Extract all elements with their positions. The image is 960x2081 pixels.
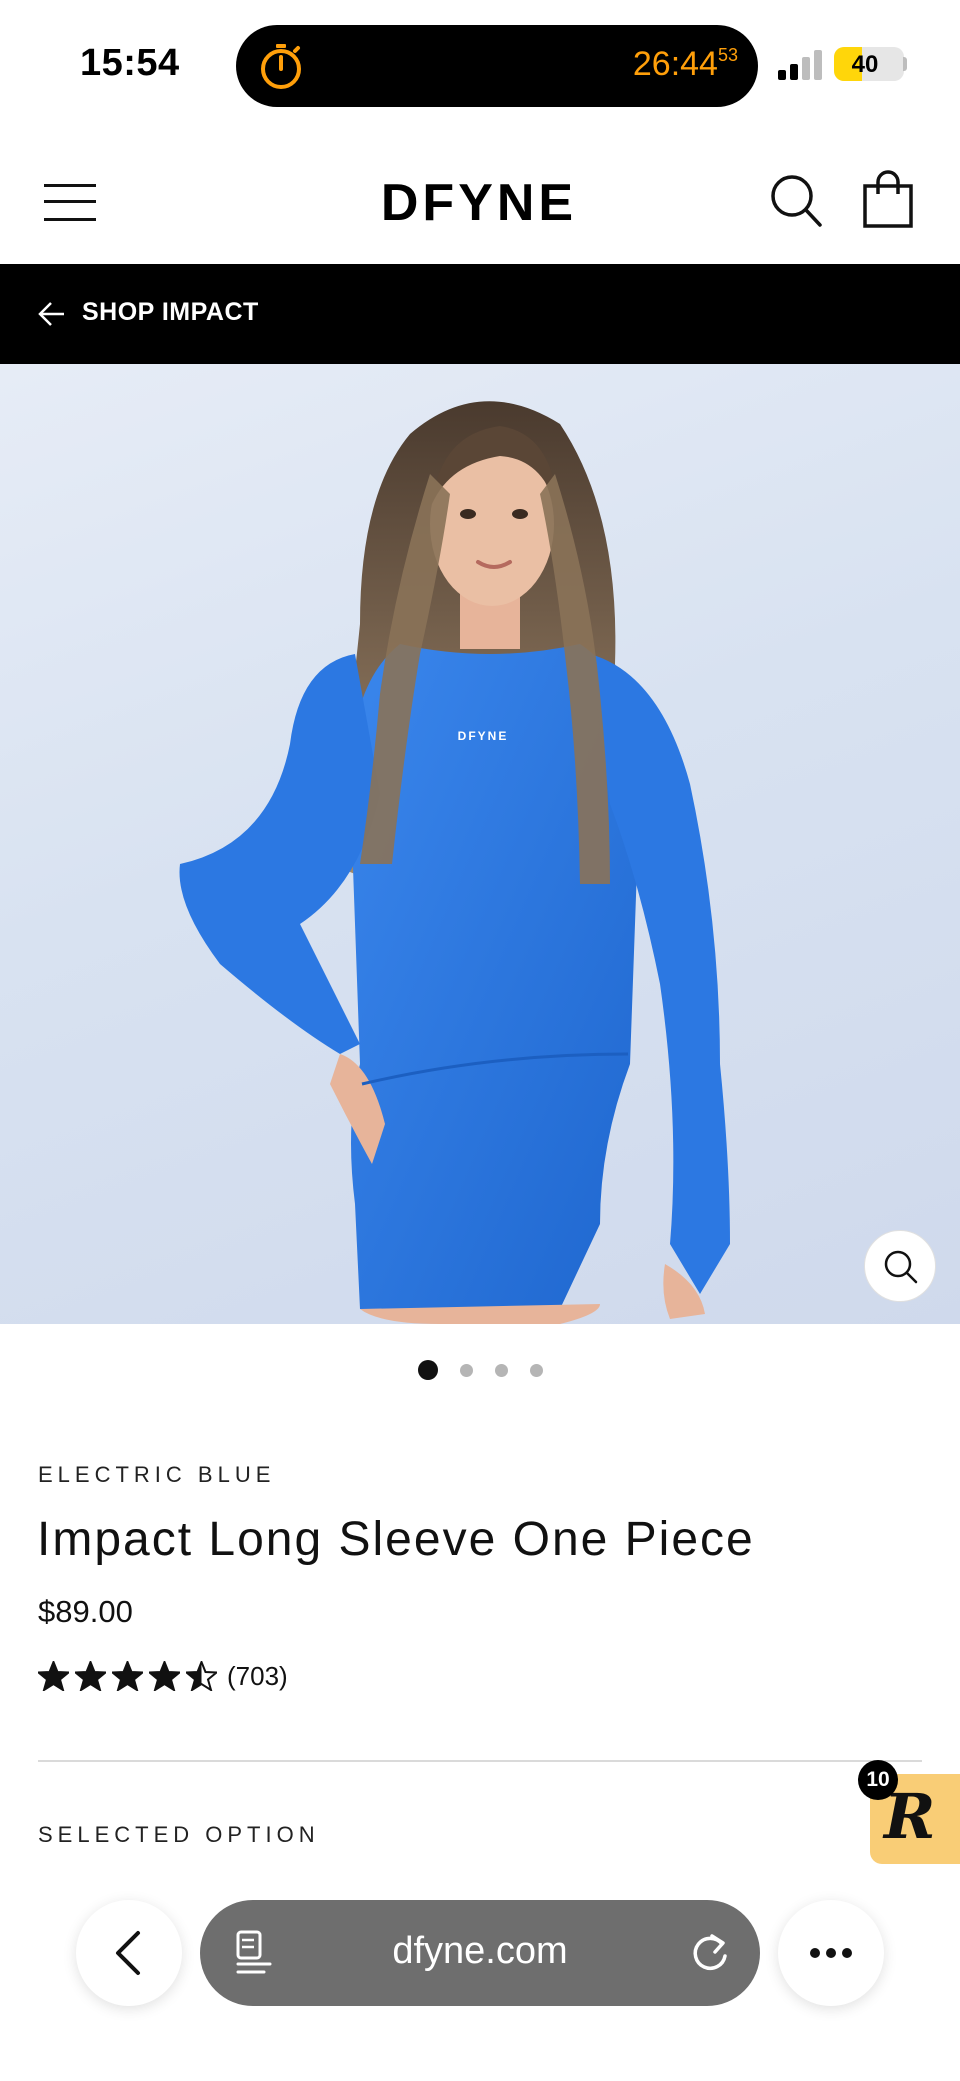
star-full-icon bbox=[38, 1661, 69, 1691]
star-full-icon bbox=[75, 1661, 106, 1691]
carousel-dot[interactable] bbox=[459, 1363, 473, 1377]
search-icon[interactable] bbox=[768, 170, 824, 230]
star-full-icon bbox=[112, 1661, 143, 1691]
review-count: (703) bbox=[227, 1660, 288, 1691]
shop-collection-label: SHOP IMPACT bbox=[82, 298, 259, 326]
carousel-dot[interactable] bbox=[529, 1363, 543, 1377]
site-header: DFYNE bbox=[0, 140, 960, 264]
brand-logo-text: DFYNE bbox=[381, 176, 577, 226]
garment-print: DFYNE bbox=[458, 729, 509, 743]
shop-collection-link[interactable]: SHOP IMPACT bbox=[0, 264, 960, 364]
status-bar: 15:54 26:4453 40 bbox=[0, 0, 960, 130]
product-price: $89.00 bbox=[38, 1594, 133, 1629]
brand-logo[interactable]: DFYNE bbox=[354, 176, 604, 226]
more-options-button[interactable] bbox=[778, 1900, 884, 2006]
hamburger-menu-icon[interactable] bbox=[40, 180, 100, 224]
dynamic-island[interactable]: 26:4453 bbox=[236, 25, 758, 107]
shopping-bag-icon[interactable] bbox=[862, 170, 914, 230]
browser-back-button[interactable] bbox=[76, 1900, 182, 2006]
star-full-icon bbox=[149, 1661, 180, 1691]
selected-option-heading: SELECTED OPTION bbox=[38, 1822, 320, 1847]
product-rating[interactable]: (703) bbox=[38, 1660, 288, 1692]
status-time: 15:54 bbox=[80, 42, 180, 84]
address-bar[interactable]: dfyne.com bbox=[200, 1900, 760, 2006]
battery-nub bbox=[903, 57, 907, 71]
timer-main: 26:44 bbox=[632, 45, 718, 83]
product-variant: ELECTRIC BLUE bbox=[38, 1462, 276, 1487]
stopwatch-icon bbox=[261, 44, 301, 89]
product-title: Impact Long Sleeve One Piece bbox=[37, 1513, 755, 1566]
cellular-signal-icon bbox=[778, 50, 822, 80]
timer-fraction: 53 bbox=[717, 45, 738, 65]
model-photo: DFYNE bbox=[179, 401, 730, 1324]
star-half-icon bbox=[186, 1661, 217, 1691]
carousel-dot[interactable] bbox=[417, 1360, 438, 1380]
arrow-left-icon bbox=[38, 302, 64, 326]
battery-indicator: 40 bbox=[834, 47, 904, 81]
url-text: dfyne.com bbox=[392, 1930, 568, 1972]
reload-icon[interactable] bbox=[688, 1930, 732, 1976]
zoom-image-button[interactable] bbox=[864, 1230, 936, 1302]
chevron-left-icon bbox=[116, 1931, 140, 1975]
product-image[interactable]: DFYNE bbox=[0, 364, 960, 1324]
rewards-count-badge: 10 bbox=[858, 1760, 898, 1800]
ellipsis-icon bbox=[810, 1948, 852, 1958]
carousel-dots bbox=[0, 1358, 960, 1382]
timer-readout: 26:4453 bbox=[633, 45, 738, 84]
battery-level: 40 bbox=[851, 51, 879, 78]
section-divider bbox=[38, 1760, 922, 1762]
zoom-icon bbox=[884, 1250, 918, 1284]
carousel-dot[interactable] bbox=[494, 1363, 508, 1377]
